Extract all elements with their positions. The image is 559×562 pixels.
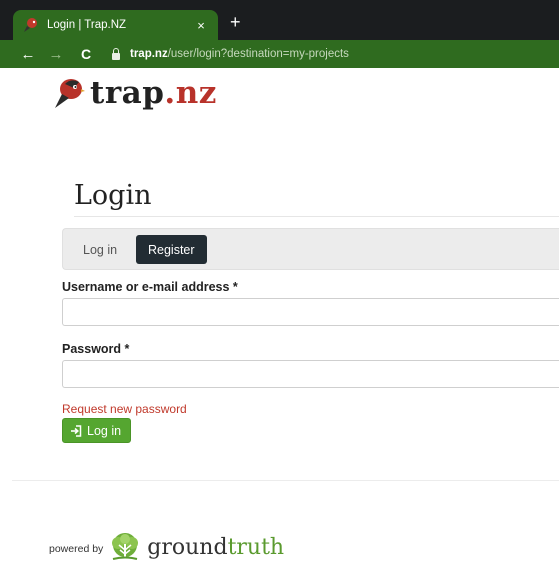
reload-icon[interactable]: C bbox=[76, 46, 96, 62]
sign-in-icon bbox=[71, 424, 82, 437]
new-tab-icon[interactable]: + bbox=[230, 13, 241, 31]
auth-tabs: Log in Register bbox=[62, 228, 559, 270]
username-input[interactable] bbox=[62, 298, 559, 326]
groundtruth-text-ground: ground bbox=[147, 534, 228, 560]
log-in-button[interactable]: Log in bbox=[62, 418, 132, 443]
browser-tab[interactable]: Login | Trap.NZ × bbox=[13, 10, 218, 40]
tab-register[interactable]: Register bbox=[136, 235, 207, 264]
forward-arrow-icon[interactable]: → bbox=[46, 46, 66, 63]
url-host: trap.nz bbox=[130, 48, 168, 60]
log-in-button-label: Log in bbox=[87, 423, 122, 438]
powered-by-footer[interactable]: powered by groundtruth bbox=[49, 532, 284, 562]
close-tab-icon[interactable]: × bbox=[194, 18, 208, 33]
back-arrow-icon[interactable]: ← bbox=[18, 46, 38, 63]
powered-by-label: powered by bbox=[49, 543, 104, 555]
url-path: /user/login?destination=my-projects bbox=[167, 48, 349, 60]
browser-tab-title: Login | Trap.NZ bbox=[47, 19, 127, 31]
tab-log-in[interactable]: Log in bbox=[71, 235, 129, 264]
logo-text-trap: trap bbox=[90, 75, 165, 111]
lock-icon bbox=[112, 47, 120, 60]
browser-toolbar: ← → C trap.nz/user/login?destination=my-… bbox=[0, 40, 559, 68]
site-logo[interactable]: trap.nz bbox=[52, 75, 217, 111]
password-input[interactable] bbox=[62, 360, 559, 388]
trap-nz-favicon-icon bbox=[23, 17, 39, 33]
groundtruth-tree-icon bbox=[112, 533, 139, 560]
page-title: Login bbox=[74, 180, 152, 211]
logo-text-nz: .nz bbox=[164, 75, 217, 111]
request-new-password-link[interactable]: Request new password bbox=[62, 402, 187, 416]
username-label: Username or e-mail address * bbox=[62, 280, 238, 294]
title-divider bbox=[74, 216, 559, 217]
address-bar[interactable]: trap.nz/user/login?destination=my-projec… bbox=[112, 47, 349, 60]
trap-nz-bird-icon bbox=[55, 79, 85, 108]
groundtruth-text-truth: truth bbox=[227, 534, 285, 560]
password-label: Password * bbox=[62, 342, 130, 356]
browser-tab-strip: Login | Trap.NZ × + bbox=[0, 0, 559, 40]
footer-divider bbox=[12, 480, 559, 481]
